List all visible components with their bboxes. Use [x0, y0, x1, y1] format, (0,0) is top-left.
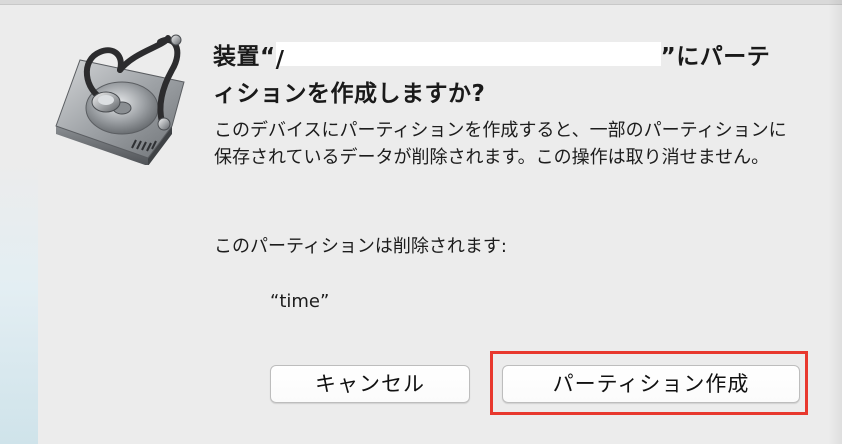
- window-edge-shadow: [828, 0, 842, 444]
- dialog-title: 装置“/ ”にパーテ ィションを作成しますか?: [213, 39, 813, 113]
- dialog-message: このデバイスにパーティションを作成すると、一部のパーティションに保存されているデ…: [214, 120, 787, 168]
- create-partition-button[interactable]: パーティション作成: [502, 365, 800, 403]
- redacted-device-name: /: [275, 42, 661, 73]
- cancel-button[interactable]: キャンセル: [270, 365, 470, 403]
- removed-partitions-label: このパーティションは削除されます:: [214, 236, 507, 257]
- background-glow: [0, 160, 38, 444]
- title-suffix: ”にパーテ: [660, 44, 771, 70]
- redaction-marker: /: [275, 47, 285, 73]
- partition-name: “time”: [270, 291, 330, 312]
- disk-utility-icon: [44, 30, 194, 166]
- title-prefix: 装置“: [213, 44, 276, 70]
- title-line2: ィションを作成しますか?: [213, 81, 486, 107]
